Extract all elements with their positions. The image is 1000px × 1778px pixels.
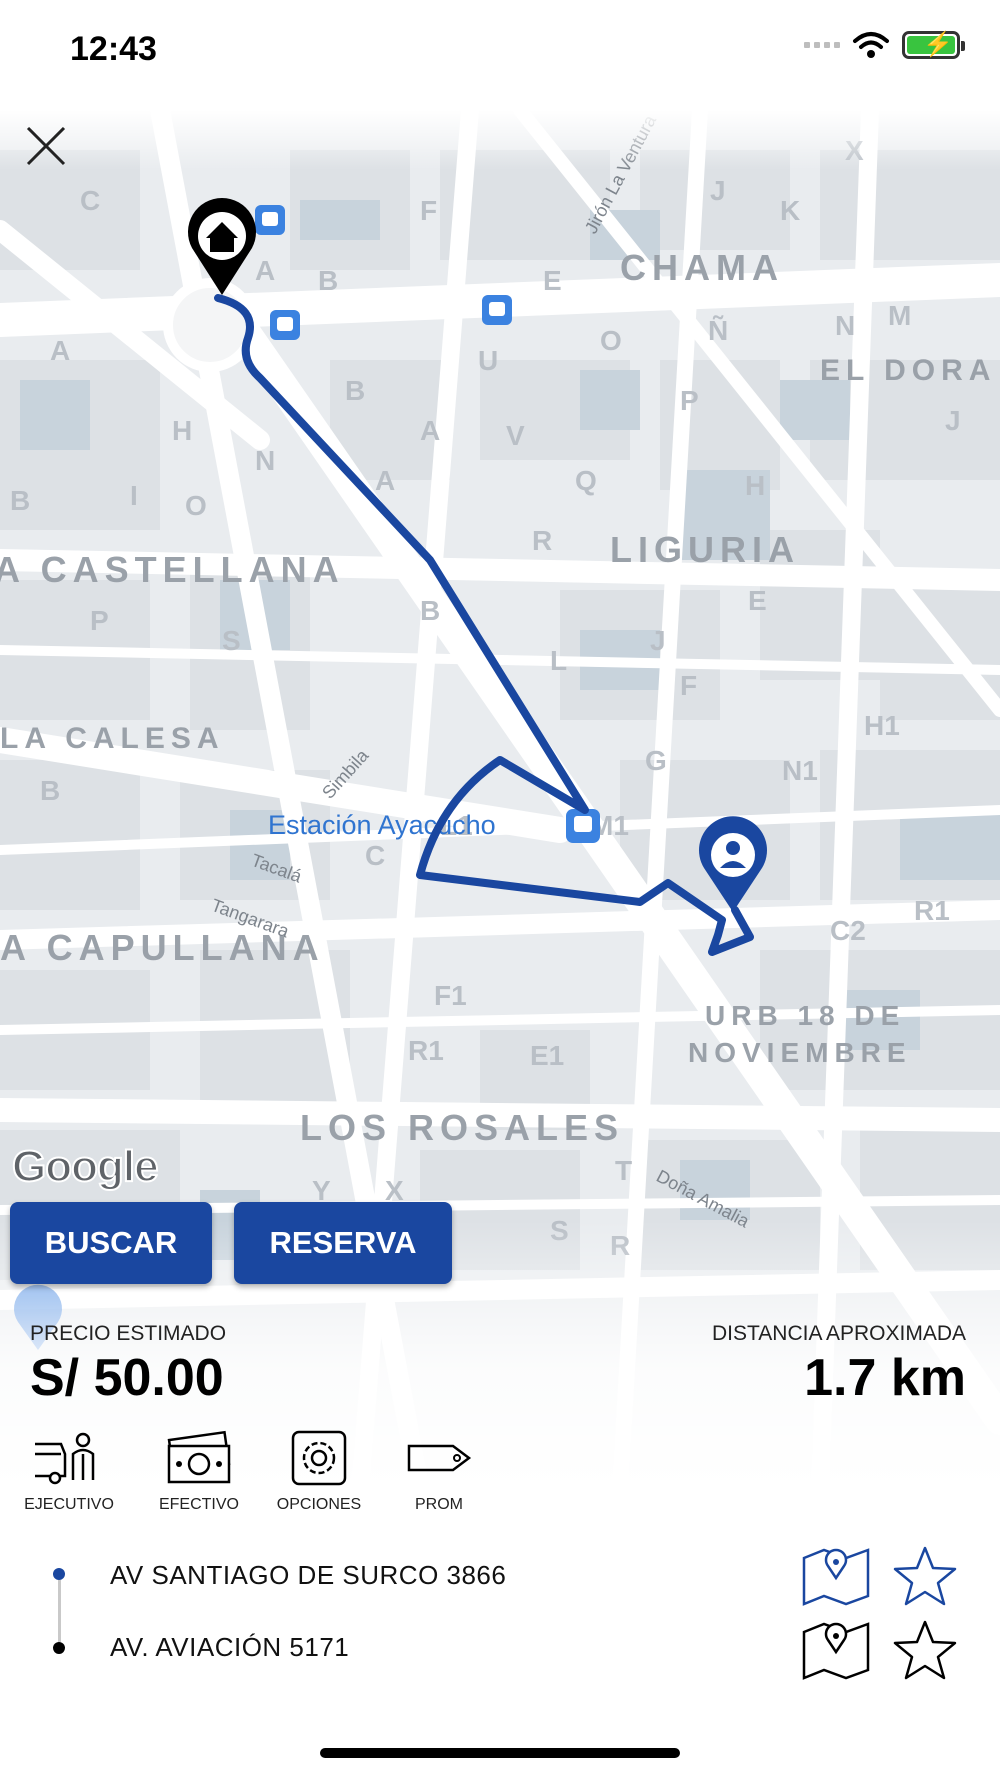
svg-text:B: B <box>420 595 440 626</box>
svg-text:I: I <box>130 480 138 511</box>
option-promo-label: PROM <box>415 1496 463 1513</box>
svg-text:C: C <box>80 185 100 216</box>
option-promo[interactable]: PROM <box>384 1430 494 1514</box>
svg-text:P: P <box>90 605 109 636</box>
svg-text:A: A <box>255 255 275 286</box>
map-label-liguria: LIGURIA <box>610 529 800 570</box>
option-executive-label: EJECUTIVO <box>24 1496 114 1513</box>
home-indicator[interactable] <box>320 1748 680 1758</box>
svg-text:R1: R1 <box>914 895 950 926</box>
option-settings-label: OPCIONES <box>276 1496 362 1513</box>
destination-map-icon[interactable] <box>800 1618 872 1680</box>
svg-text:K: K <box>780 195 800 226</box>
price-label: PRECIO ESTIMADO <box>30 1322 227 1345</box>
option-cash-label: EFECTIVO <box>158 1496 239 1513</box>
svg-text:H1: H1 <box>864 710 900 741</box>
price-value: S/ 50.00 <box>30 1349 224 1407</box>
map-label-noviembre: NOVIEMBRE <box>688 1037 912 1068</box>
station-label[interactable]: Estación Ayacucho <box>268 810 496 840</box>
svg-text:R: R <box>532 525 552 556</box>
destination-dot-icon <box>53 1642 65 1654</box>
svg-text:B: B <box>318 265 338 296</box>
map-fade-top <box>0 110 1000 170</box>
svg-text:G: G <box>645 745 667 776</box>
option-executive[interactable]: EJECUTIVO <box>14 1430 124 1514</box>
svg-text:A: A <box>375 465 395 496</box>
svg-text:O: O <box>185 490 207 521</box>
svg-text:B: B <box>10 485 30 516</box>
search-button[interactable]: BUSCAR <box>10 1202 212 1284</box>
svg-text:J: J <box>650 625 666 656</box>
svg-text:S: S <box>222 625 241 656</box>
map-label-los-rosales: LOS ROSALES <box>300 1107 624 1148</box>
status-bar: 12:43 ⚡ <box>0 0 1000 110</box>
svg-text:M: M <box>888 300 911 331</box>
svg-text:B: B <box>345 375 365 406</box>
tag-icon <box>407 1444 472 1472</box>
svg-text:J: J <box>710 175 726 206</box>
reserve-button[interactable]: RESERVA <box>234 1202 452 1284</box>
svg-text:N1: N1 <box>782 755 818 786</box>
option-settings[interactable]: OPCIONES <box>264 1430 374 1514</box>
map-label-el-dora: EL DORA <box>820 354 996 387</box>
svg-text:C: C <box>365 840 385 871</box>
executive-car-icon <box>35 1432 95 1485</box>
distance-label: DISTANCIA APROXIMADA <box>712 1322 966 1345</box>
svg-text:R1: R1 <box>408 1035 444 1066</box>
map-label-la-calesa: LA CALESA <box>0 722 225 755</box>
svg-text:B: B <box>40 775 60 806</box>
svg-text:F: F <box>680 670 697 701</box>
svg-text:F1: F1 <box>434 980 467 1011</box>
svg-text:N: N <box>255 445 275 476</box>
svg-text:N: N <box>835 310 855 341</box>
svg-text:U: U <box>478 345 498 376</box>
map-label-chama: CHAMA <box>620 247 784 288</box>
destination-address[interactable]: AV. AVIACIÓN 5171 <box>110 1632 349 1663</box>
cash-icon <box>167 1430 231 1484</box>
svg-text:Q: Q <box>575 465 597 496</box>
option-cash[interactable]: EFECTIVO <box>144 1430 254 1514</box>
distance-value: 1.7 km <box>804 1349 966 1407</box>
svg-text:E1: E1 <box>530 1040 564 1071</box>
google-logo: Google <box>11 1141 160 1192</box>
map-label-castellana: A CASTELLANA <box>0 549 345 590</box>
gear-icon <box>291 1430 347 1486</box>
svg-text:L: L <box>550 645 567 676</box>
svg-text:A: A <box>420 415 440 446</box>
svg-text:T: T <box>615 1155 632 1186</box>
bus-stop-icon[interactable] <box>270 310 300 340</box>
status-icons: ⚡ <box>804 30 965 60</box>
route-connector <box>58 1580 61 1642</box>
origin-dot-icon <box>53 1568 65 1580</box>
train-station-icon[interactable] <box>566 809 600 843</box>
svg-text:H: H <box>745 470 765 501</box>
origin-map-icon[interactable] <box>800 1544 872 1606</box>
svg-text:C2: C2 <box>830 915 866 946</box>
origin-favorite-star-icon[interactable] <box>890 1544 960 1606</box>
svg-text:A: A <box>50 335 70 366</box>
bus-stop-icon[interactable] <box>482 295 512 325</box>
svg-text:H: H <box>172 415 192 446</box>
svg-text:J: J <box>945 405 961 436</box>
close-icon[interactable] <box>20 120 72 172</box>
svg-text:O: O <box>600 325 622 356</box>
svg-text:V: V <box>506 420 525 451</box>
origin-address[interactable]: AV SANTIAGO DE SURCO 3866 <box>110 1560 506 1591</box>
map-label-urb-18: URB 18 DE <box>705 1000 905 1031</box>
battery-icon: ⚡ <box>902 31 965 59</box>
wifi-icon <box>853 32 889 58</box>
destination-favorite-star-icon[interactable] <box>890 1618 960 1680</box>
svg-text:P: P <box>680 385 699 416</box>
svg-text:F: F <box>420 195 437 226</box>
svg-text:E: E <box>543 265 562 296</box>
status-time: 12:43 <box>70 30 157 68</box>
cellular-signal-icon <box>804 42 840 48</box>
svg-text:E: E <box>748 585 767 616</box>
bus-stop-icon[interactable] <box>255 205 285 235</box>
svg-text:Ñ: Ñ <box>708 315 728 346</box>
